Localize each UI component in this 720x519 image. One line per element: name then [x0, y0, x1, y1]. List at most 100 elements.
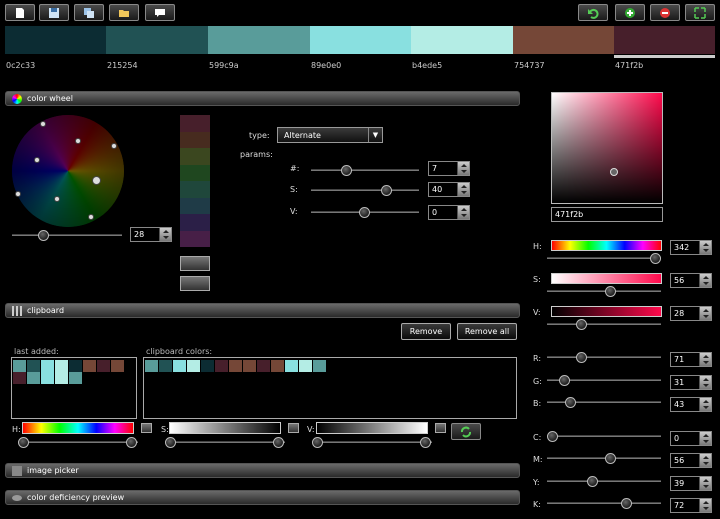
- apply-range-button[interactable]: [451, 423, 481, 440]
- wheel-brightness-field[interactable]: 28: [130, 227, 172, 242]
- clipboard-swatch[interactable]: [299, 360, 312, 372]
- hue-range-slider[interactable]: [18, 437, 138, 448]
- clipboard-swatch[interactable]: [83, 360, 96, 372]
- clipboard-swatch[interactable]: [41, 372, 54, 384]
- picker-b-field[interactable]: 43: [670, 397, 712, 412]
- clipboard-swatch[interactable]: [55, 372, 68, 384]
- comment-button[interactable]: [145, 4, 175, 21]
- palette-swatch[interactable]: [310, 26, 411, 54]
- harmony-swatch[interactable]: [180, 230, 210, 247]
- picker-s-field[interactable]: 56: [670, 273, 712, 288]
- image-picker-panel-header[interactable]: image picker: [5, 463, 520, 478]
- wheel-handle[interactable]: [34, 157, 40, 163]
- param-v-field[interactable]: 0: [428, 205, 470, 220]
- clipboard-swatch[interactable]: [215, 360, 228, 372]
- clipboard-swatch[interactable]: [145, 360, 158, 372]
- clipboard-swatch[interactable]: [313, 360, 326, 372]
- clipboard-swatch[interactable]: [27, 372, 40, 384]
- wheel-handle-main[interactable]: [92, 176, 101, 185]
- picker-c-field[interactable]: 0: [670, 431, 712, 446]
- picker-s-slider[interactable]: [547, 286, 661, 297]
- grid-button[interactable]: [180, 276, 210, 291]
- clipboard-swatch[interactable]: [55, 360, 68, 372]
- param-s-field[interactable]: 40: [428, 182, 470, 197]
- clipboard-swatch[interactable]: [271, 360, 284, 372]
- new-file-button[interactable]: [5, 4, 35, 21]
- picker-v-field[interactable]: 28: [670, 306, 712, 321]
- saturation-value-square[interactable]: [551, 92, 663, 204]
- hue-lock-toggle[interactable]: [141, 423, 152, 433]
- deficiency-panel-header[interactable]: color deficiency preview: [5, 490, 520, 505]
- wheel-brightness-slider[interactable]: [12, 230, 122, 241]
- clipboard-swatch[interactable]: [159, 360, 172, 372]
- clipboard-swatch[interactable]: [69, 372, 82, 384]
- harmony-swatch[interactable]: [180, 131, 210, 148]
- value-range-slider[interactable]: [312, 437, 432, 448]
- param-s-slider[interactable]: [311, 185, 419, 196]
- undo-button[interactable]: [578, 4, 608, 21]
- clipboard-swatch[interactable]: [13, 360, 26, 372]
- picker-m-field[interactable]: 56: [670, 453, 712, 468]
- picker-c-slider[interactable]: [547, 431, 661, 442]
- wheel-handle[interactable]: [15, 191, 21, 197]
- saturation-lock-toggle[interactable]: [288, 423, 299, 433]
- clipboard-swatch[interactable]: [187, 360, 200, 372]
- picker-y-field[interactable]: 39: [670, 476, 712, 491]
- harmony-swatch[interactable]: [180, 214, 210, 231]
- harmony-swatch[interactable]: [180, 115, 210, 132]
- remove-all-button[interactable]: Remove all: [457, 323, 517, 340]
- palette-swatch[interactable]: [513, 26, 614, 54]
- clipboard-swatch[interactable]: [97, 360, 110, 372]
- remove-button[interactable]: [650, 4, 680, 21]
- open-folder-button[interactable]: [109, 4, 139, 21]
- sv-handle[interactable]: [610, 168, 618, 176]
- palette-swatch[interactable]: [411, 26, 513, 54]
- param-v-slider[interactable]: [311, 207, 419, 218]
- wheel-handle[interactable]: [40, 121, 46, 127]
- harmony-swatch[interactable]: [180, 181, 210, 198]
- palette-swatch[interactable]: [208, 26, 310, 54]
- palette-swatch[interactable]: [5, 26, 106, 54]
- picker-m-slider[interactable]: [547, 453, 661, 464]
- wheel-handle[interactable]: [111, 143, 117, 149]
- hex-field[interactable]: 471f2b: [551, 207, 663, 222]
- clipboard-swatch[interactable]: [27, 360, 40, 372]
- harmony-swatch[interactable]: [180, 164, 210, 181]
- harmony-swatch[interactable]: [180, 197, 210, 214]
- palette-swatch[interactable]: [106, 26, 208, 54]
- clipboard-swatch[interactable]: [243, 360, 256, 372]
- param-count-slider[interactable]: [311, 165, 419, 176]
- picker-k-slider[interactable]: [547, 498, 661, 509]
- clipboard-swatch[interactable]: [229, 360, 242, 372]
- clipboard-swatch[interactable]: [111, 360, 124, 372]
- value-lock-toggle[interactable]: [435, 423, 446, 433]
- param-count-field[interactable]: 7: [428, 161, 470, 176]
- add-button[interactable]: [615, 4, 645, 21]
- picker-h-slider[interactable]: [547, 253, 661, 264]
- harmony-swatch[interactable]: [180, 148, 210, 165]
- picker-v-slider[interactable]: [547, 319, 661, 330]
- shuffle-button[interactable]: [180, 256, 210, 271]
- clipboard-swatch[interactable]: [13, 372, 26, 384]
- picker-g-field[interactable]: 31: [670, 375, 712, 390]
- wheel-handle[interactable]: [75, 138, 81, 144]
- remove-color-button[interactable]: Remove: [401, 323, 451, 340]
- picker-g-slider[interactable]: [547, 375, 661, 386]
- clipboard-swatch[interactable]: [41, 360, 54, 372]
- wheel-handle[interactable]: [88, 214, 94, 220]
- color-wheel[interactable]: [12, 115, 124, 227]
- type-select[interactable]: Alternate ▼: [277, 127, 383, 143]
- clipboard-swatch[interactable]: [201, 360, 214, 372]
- clipboard-swatch[interactable]: [69, 360, 82, 372]
- picker-h-field[interactable]: 342: [670, 240, 712, 255]
- save-button[interactable]: [39, 4, 69, 21]
- copy-button[interactable]: [74, 4, 104, 21]
- clipboard-panel-header[interactable]: clipboard: [5, 303, 520, 318]
- palette-swatch[interactable]: [614, 26, 715, 54]
- color-wheel-panel-header[interactable]: color wheel: [5, 91, 520, 106]
- wheel-handle[interactable]: [54, 196, 60, 202]
- picker-b-slider[interactable]: [547, 397, 661, 408]
- picker-y-slider[interactable]: [547, 476, 661, 487]
- clipboard-swatch[interactable]: [285, 360, 298, 372]
- picker-r-slider[interactable]: [547, 352, 661, 363]
